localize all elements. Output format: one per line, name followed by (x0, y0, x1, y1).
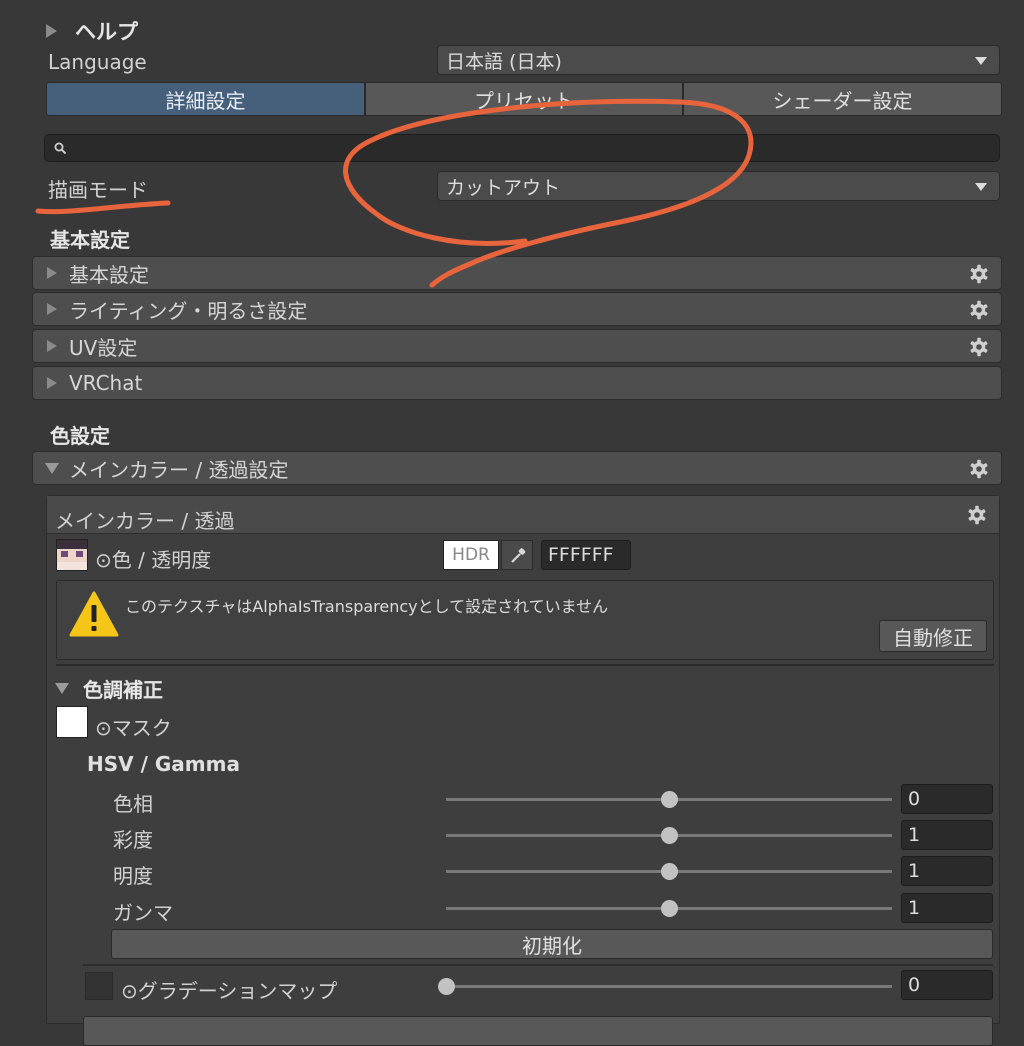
eyedropper-button[interactable] (501, 540, 533, 570)
foldout-basic-settings[interactable]: 基本設定 (32, 256, 1002, 290)
slider-value-field[interactable]: 1 (901, 856, 993, 886)
render-mode-label: 描画モード (48, 178, 148, 202)
gear-icon[interactable] (969, 264, 989, 284)
warning-box: このテクスチャはAlphaIsTransparencyとして設定されていません … (56, 580, 994, 660)
foldout-label: ライティング・明るさ設定 (69, 298, 308, 323)
autofix-label: 自動修正 (893, 625, 973, 650)
slider-knob[interactable] (660, 791, 678, 808)
help-foldout[interactable]: ヘルプ (46, 16, 138, 46)
triangle-down-icon (55, 683, 69, 694)
render-mode-dropdown[interactable]: カットアウト (437, 171, 1000, 201)
foldout-uv-settings[interactable]: UV設定 (32, 329, 1002, 363)
help-label: ヘルプ (75, 20, 138, 44)
gear-icon[interactable] (969, 300, 989, 320)
annotation-underline (35, 200, 171, 215)
slider-row-gamma: ガンマ 1 (47, 891, 999, 925)
hex-value: FFFFFF (548, 544, 614, 566)
color-adjust-foldout[interactable]: 色調補正 (53, 674, 163, 703)
tab-advanced-label: 詳細設定 (165, 88, 246, 113)
foldout-label: UV設定 (69, 335, 138, 360)
avatar-texture-icon (57, 540, 87, 570)
foldout-lighting-settings[interactable]: ライティング・明るさ設定 (32, 292, 1002, 326)
slider-value-field[interactable]: 1 (901, 893, 993, 923)
warning-icon (69, 591, 119, 637)
foldout-label: メインカラー / 透過設定 (69, 457, 289, 482)
tab-presets[interactable]: プリセット (365, 82, 683, 116)
texture-thumbnail[interactable] (56, 539, 88, 571)
chevron-down-icon (975, 57, 987, 65)
triangle-right-icon (47, 267, 57, 279)
gear-icon[interactable] (969, 459, 989, 479)
search-icon (54, 142, 67, 155)
slider-knob[interactable] (437, 978, 455, 995)
mask-texture-slot[interactable] (56, 706, 88, 738)
slider-label: 彩度 (113, 828, 153, 852)
triangle-right-icon (46, 24, 57, 38)
triangle-right-icon (47, 377, 57, 389)
slider-knob[interactable] (660, 863, 678, 880)
slider-value: 0 (908, 788, 921, 810)
foldout-main-color[interactable]: メインカラー / 透過設定 (32, 451, 1002, 485)
slider-track[interactable] (446, 985, 892, 988)
main-color-panel: メインカラー / 透過 ⊙色 / 透明度 HDR FFFFFF このテクスチャは… (46, 495, 1000, 1046)
reset-label: 初期化 (522, 933, 582, 958)
hsv-gamma-title: HSV / Gamma (87, 752, 240, 776)
triangle-down-icon (45, 462, 59, 474)
autofix-button[interactable]: 自動修正 (879, 620, 987, 652)
slider-row-hue: 色相 0 (47, 782, 999, 816)
language-label: Language (48, 50, 147, 74)
tab-shader-settings[interactable]: シェーダー設定 (683, 82, 1002, 116)
slider-row-saturation: 彩度 1 (47, 818, 999, 852)
tab-presets-label: プリセット (474, 88, 574, 113)
tab-advanced[interactable]: 詳細設定 (46, 82, 365, 116)
section-color-title: 色設定 (50, 424, 110, 448)
main-color-panel-title: メインカラー / 透過 (55, 509, 235, 533)
slider-label: 色相 (113, 792, 153, 816)
render-mode-value: カットアウト (446, 176, 561, 199)
tab-shader-settings-label: シェーダー設定 (772, 88, 913, 113)
gear-icon[interactable] (967, 505, 987, 525)
gradient-map-label: ⊙グラデーションマップ (121, 979, 338, 1003)
slider-value: 1 (908, 860, 921, 882)
tab-bar: 詳細設定 プリセット シェーダー設定 (46, 82, 1002, 116)
warning-text: このテクスチャはAlphaIsTransparencyとして設定されていません (125, 597, 609, 616)
triangle-right-icon (47, 303, 57, 315)
triangle-right-icon (47, 340, 57, 352)
slider-value-field[interactable]: 1 (901, 820, 993, 850)
color-adjust-title: 色調補正 (83, 678, 163, 702)
divider (83, 964, 993, 966)
slider-value: 1 (908, 824, 921, 846)
slider-value-field[interactable]: 0 (901, 784, 993, 814)
slider-row-brightness: 明度 1 (47, 854, 999, 888)
slider-value: 0 (908, 974, 921, 996)
hdr-label: HDR (452, 545, 490, 565)
reset-button[interactable]: 初期化 (111, 929, 993, 959)
gradient-map-value-field[interactable]: 0 (901, 970, 993, 1000)
section-basic-title: 基本設定 (50, 228, 130, 252)
gear-icon[interactable] (969, 337, 989, 357)
eyedropper-icon (511, 548, 526, 563)
slider-knob[interactable] (660, 827, 678, 844)
main-color-panel-header: メインカラー / 透過 (47, 496, 999, 534)
foldout-label: VRChat (69, 371, 143, 395)
foldout-label: 基本設定 (69, 262, 149, 287)
foldout-vrchat[interactable]: VRChat (32, 366, 1002, 400)
bottom-button-partial[interactable] (83, 1016, 993, 1046)
slider-label: 明度 (113, 864, 153, 888)
mask-label: ⊙マスク (95, 716, 172, 740)
divider (56, 664, 994, 666)
language-value: 日本語 (日本) (446, 50, 562, 73)
color-alpha-label: ⊙色 / 透明度 (95, 548, 212, 572)
search-input[interactable] (44, 134, 1000, 162)
slider-label: ガンマ (113, 901, 173, 925)
hex-color-field[interactable]: FFFFFF (541, 540, 631, 570)
slider-value: 1 (908, 897, 921, 919)
language-dropdown[interactable]: 日本語 (日本) (437, 45, 1000, 75)
slider-knob[interactable] (660, 900, 678, 917)
gradient-map-texture-slot[interactable] (85, 972, 113, 1000)
chevron-down-icon (975, 183, 987, 191)
hdr-color-field[interactable]: HDR (443, 540, 499, 570)
